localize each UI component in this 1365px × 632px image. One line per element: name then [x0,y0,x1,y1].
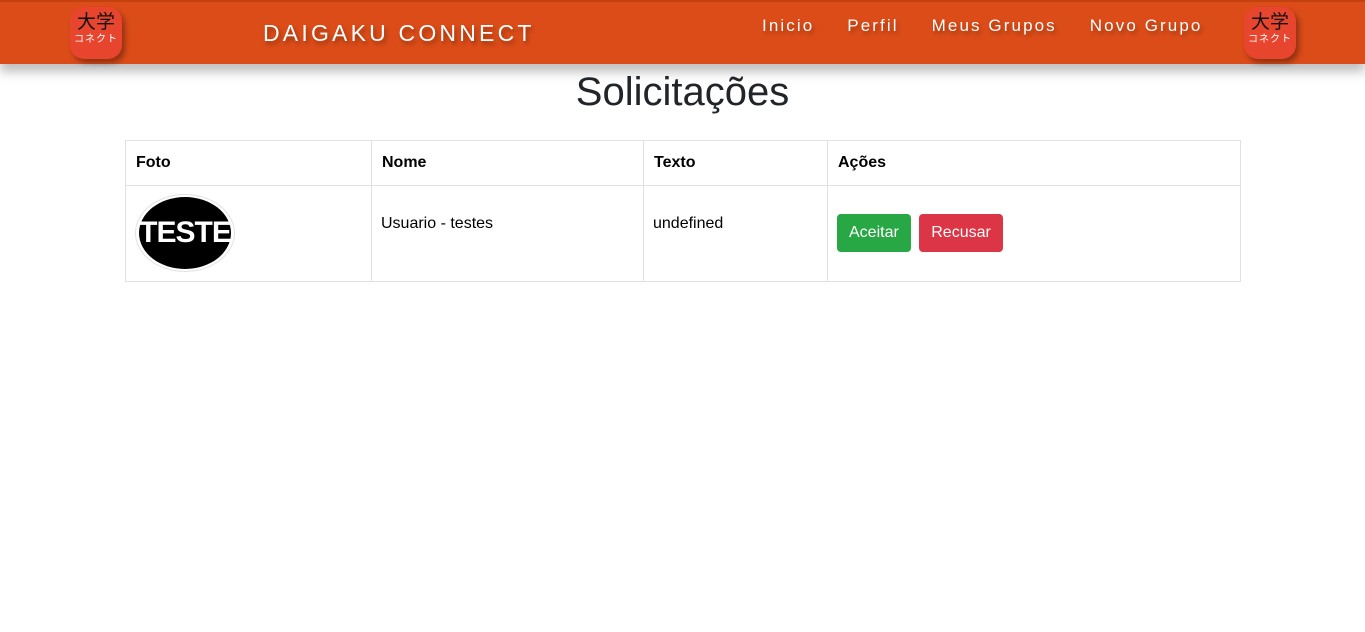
logo-kana: コネクト [1248,34,1292,45]
daigaku-logo-left[interactable]: 大学 コネクト [70,7,122,59]
nav-link-meus-grupos[interactable]: Meus Grupos [932,16,1057,36]
nav-link-inicio[interactable]: Inicio [762,16,814,36]
column-header-nome: Nome [371,140,644,186]
actions-cell: Aceitar Recusar [827,185,1241,282]
logo-kana: コネクト [74,34,118,45]
reject-button[interactable]: Recusar [919,214,1003,252]
column-header-acoes: Ações [827,140,1241,186]
accept-button[interactable]: Aceitar [837,214,911,252]
logo-kanji: 大学 [1250,11,1289,33]
table-header-row: Foto Nome Texto Ações [125,140,1241,186]
user-avatar: TESTE [135,194,235,272]
top-navbar: 大学 コネクト DAIGAKU CONNECT Inicio Perfil Me… [0,0,1365,64]
page-title: Solicitações [575,70,790,114]
brand-title[interactable]: DAIGAKU CONNECT [263,20,535,47]
nav-link-novo-grupo[interactable]: Novo Grupo [1090,16,1203,36]
daigaku-logo-right[interactable]: 大学 コネクト [1244,7,1296,59]
text-cell: undefined [643,185,828,282]
column-header-foto: Foto [125,140,372,186]
avatar-image: TESTE [139,197,232,269]
requests-table: Foto Nome Texto Ações TESTE Usuario - te… [125,140,1241,282]
photo-cell: TESTE [125,185,372,282]
nav-link-perfil[interactable]: Perfil [847,16,898,36]
avatar-text: TESTE [139,216,232,249]
name-cell: Usuario - testes [371,185,644,282]
nav-links: Inicio Perfil Meus Grupos Novo Grupo [762,16,1235,36]
column-header-texto: Texto [643,140,828,186]
logo-kanji: 大学 [76,11,115,33]
table-row: TESTE Usuario - testes undefined Aceitar… [125,185,1241,282]
